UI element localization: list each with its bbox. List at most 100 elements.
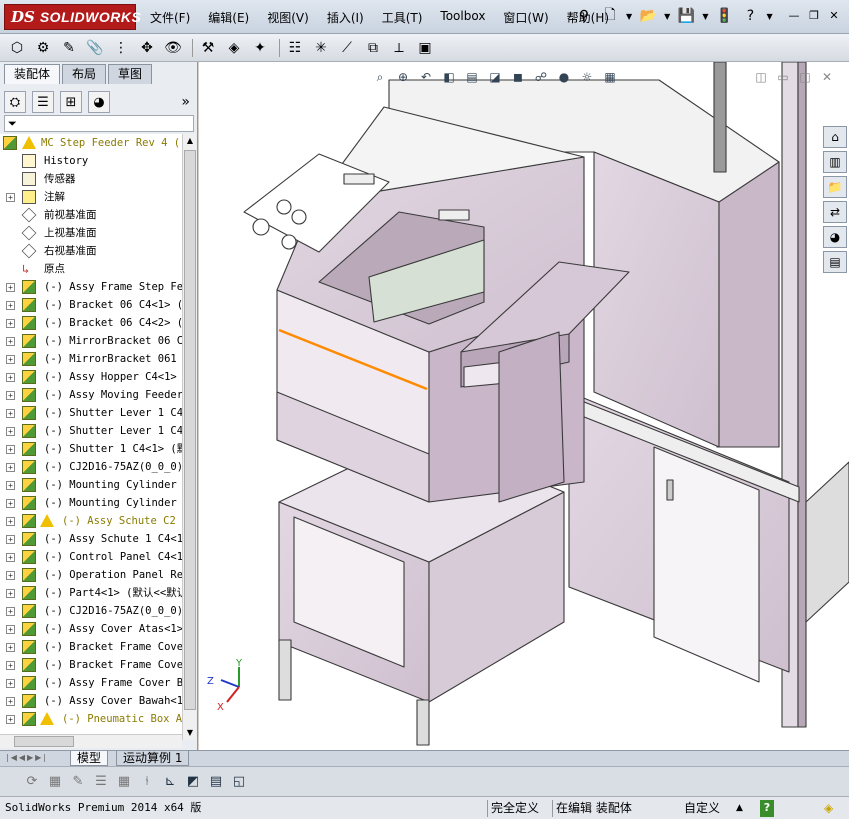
table-icon[interactable]: ▤ [206,772,226,792]
tree-item[interactable]: + (-) Bracket Frame Cover [0,638,182,656]
tree-item[interactable]: + (-) Shutter Lever 1 C4< [0,404,182,422]
restore-icon[interactable]: ❐ [805,9,823,23]
graphics-area[interactable]: Y Z X ⌕ ⊕ ↶ ◧ ▤ ◪ ◼ ☍ ● ☼ ▦ ◫ ▭ □ ✕ ⌂ ▥ … [199,62,849,750]
play-icon[interactable]: ▦ [45,772,65,792]
chevron-down-icon[interactable]: ▼ [664,12,670,21]
cube-icon[interactable]: ◩ [183,772,203,792]
expand-toggle-icon[interactable]: + [6,283,15,292]
tree-item[interactable]: + (-) Assy Frame Step Fee [0,278,182,296]
tree-item[interactable]: + (-) Assy Hopper C4<1> ( [0,368,182,386]
tree-item[interactable]: + (-) Mounting Cylinder 1 [0,494,182,512]
hide-show-items-icon[interactable]: ☍ [532,68,550,86]
calculate-icon[interactable]: ⟳ [22,772,42,792]
new-part-icon[interactable]: ⚙ [32,38,54,58]
tree-item[interactable]: ↳ 原点 [0,260,182,278]
file-explorer-icon[interactable]: 📁 [823,176,847,198]
expand-toggle-icon[interactable]: + [6,535,15,544]
dynamic-annotation-icon[interactable]: ▤ [463,68,481,86]
expand-toggle-icon[interactable]: + [6,517,15,526]
axis-icon[interactable]: ⊾ [160,772,180,792]
expand-toggle-icon[interactable]: + [6,697,15,706]
move-component-icon[interactable]: ✥ [136,38,158,58]
edit-component-icon[interactable]: ✎ [58,38,80,58]
tree-item[interactable]: + (-) Assy Schute 1 C4<1> [0,530,182,548]
display-manager-icon[interactable]: ◕ [88,91,110,113]
tree-item[interactable]: + (-) CJ2D16-75AZ(0_0_0)( [0,458,182,476]
close-icon[interactable]: ✕ [825,9,843,23]
bookmark-icon[interactable]: ◱ [229,772,249,792]
tree-item[interactable]: 上视基准面 [0,224,182,242]
tab-layout[interactable]: 布局 [62,64,107,84]
help-icon[interactable]: ? [760,800,774,817]
tree-item[interactable]: + (-) Shutter Lever 1 C4< [0,422,182,440]
appearances-icon[interactable]: ◕ [823,226,847,248]
component-pattern-icon[interactable]: ⋮ [110,38,132,58]
tree-item[interactable]: + (-) Assy Schute C2 C [0,512,182,530]
bill-of-materials-icon[interactable]: ☷ [284,38,306,58]
feature-manager-icon[interactable]: ⛭ [4,91,26,113]
tree-item[interactable]: 前视基准面 [0,206,182,224]
filter-icon[interactable]: ⫮ [137,772,157,792]
expand-toggle-icon[interactable]: + [6,643,15,652]
scroll-thumb[interactable] [14,736,74,747]
tree-item[interactable]: + 注解 [0,188,182,206]
scroll-up-icon[interactable]: ▲ [183,134,197,148]
maximize-icon[interactable]: □ [797,70,813,86]
insert-component-icon[interactable]: ⬡ [6,38,28,58]
menu-window[interactable]: 窗口(W) [503,9,548,26]
expand-toggle-icon[interactable]: + [6,607,15,616]
chevron-down-icon[interactable]: ▼ [702,12,708,21]
chevron-down-icon[interactable]: ▼ [766,12,772,21]
expand-toggle-icon[interactable]: + [6,445,15,454]
exploded-view-icon[interactable]: ✳ [310,38,332,58]
new-motion-study-icon[interactable]: ✦ [249,38,271,58]
new-document-icon[interactable]: 🗋 [600,6,620,26]
configuration-manager-icon[interactable]: ⊞ [60,91,82,113]
expand-toggle-icon[interactable]: + [6,391,15,400]
tree-item[interactable]: + (-) Assy Cover Bawah<1> [0,692,182,710]
view-orientation-icon[interactable]: ◪ [486,68,504,86]
expand-toggle-icon[interactable]: + [6,319,15,328]
tree-item[interactable]: + (-) Bracket 06 C4<1> (默 [0,296,182,314]
double-chevron-right-icon[interactable]: » [181,94,190,110]
tree-item[interactable]: History [0,152,182,170]
apply-scene-icon[interactable]: ☼ [578,68,596,86]
tab-sketch[interactable]: 草图 [108,64,153,84]
tree-item[interactable]: + (-) Control Panel C4<1> [0,548,182,566]
tree-item[interactable]: + (-) Mounting Cylinder 2 [0,476,182,494]
list-icon[interactable]: ☰ [91,772,111,792]
tab-assembly[interactable]: 装配体 [4,64,61,84]
expand-toggle-icon[interactable]: + [6,661,15,670]
tree-item[interactable]: + (-) Assy Frame Cover Be [0,674,182,692]
show-hidden-icon[interactable]: 👁 [162,38,184,58]
expand-toggle-icon[interactable]: + [6,373,15,382]
zoom-to-fit-icon[interactable]: ⌕ [371,68,389,86]
expand-toggle-icon[interactable]: + [6,427,15,436]
expand-toggle-icon[interactable]: + [6,337,15,346]
tab-motion-study[interactable]: 运动算例 1 [116,751,190,766]
tag-icon[interactable]: ◈ [824,800,833,817]
menu-toolbox[interactable]: Toolbox [440,9,485,26]
tree-item[interactable]: + (-) Part4<1> (默认<<默认 [0,584,182,602]
tree-item[interactable]: + (-) Assy Moving Feeder [0,386,182,404]
previous-view-icon[interactable]: ↶ [417,68,435,86]
tree-item[interactable]: + (-) Bracket 06 C4<2> (默 [0,314,182,332]
expand-toggle-icon[interactable]: + [6,553,15,562]
expand-toggle-icon[interactable]: + [6,193,15,202]
unit-system-selector[interactable]: 自定义 [684,800,720,817]
tree-item[interactable]: + (-) Bracket Frame Cover [0,656,182,674]
tree-item[interactable]: + (-) Assy Cover Atas<1> [0,620,182,638]
expand-toggle-icon[interactable]: + [6,715,15,724]
instant3d-icon[interactable]: ▣ [414,38,436,58]
tree-item[interactable]: + (-) MirrorBracket 061 C [0,350,182,368]
solidworks-logo[interactable]: DS SOLIDWORKS [4,4,141,30]
filter-icon[interactable]: ⏷ [8,117,17,130]
section-view-icon[interactable]: ◧ [440,68,458,86]
reference-geometry-icon[interactable]: ◈ [223,38,245,58]
assembly-features-icon[interactable]: ⚒ [197,38,219,58]
expand-toggle-icon[interactable]: + [6,463,15,472]
menu-file[interactable]: 文件(F) [150,9,190,26]
tree-item[interactable]: + (-) MirrorBracket 06 C4 [0,332,182,350]
zoom-area-icon[interactable]: ⊕ [394,68,412,86]
tree-filter[interactable]: ⏷ [4,115,194,132]
